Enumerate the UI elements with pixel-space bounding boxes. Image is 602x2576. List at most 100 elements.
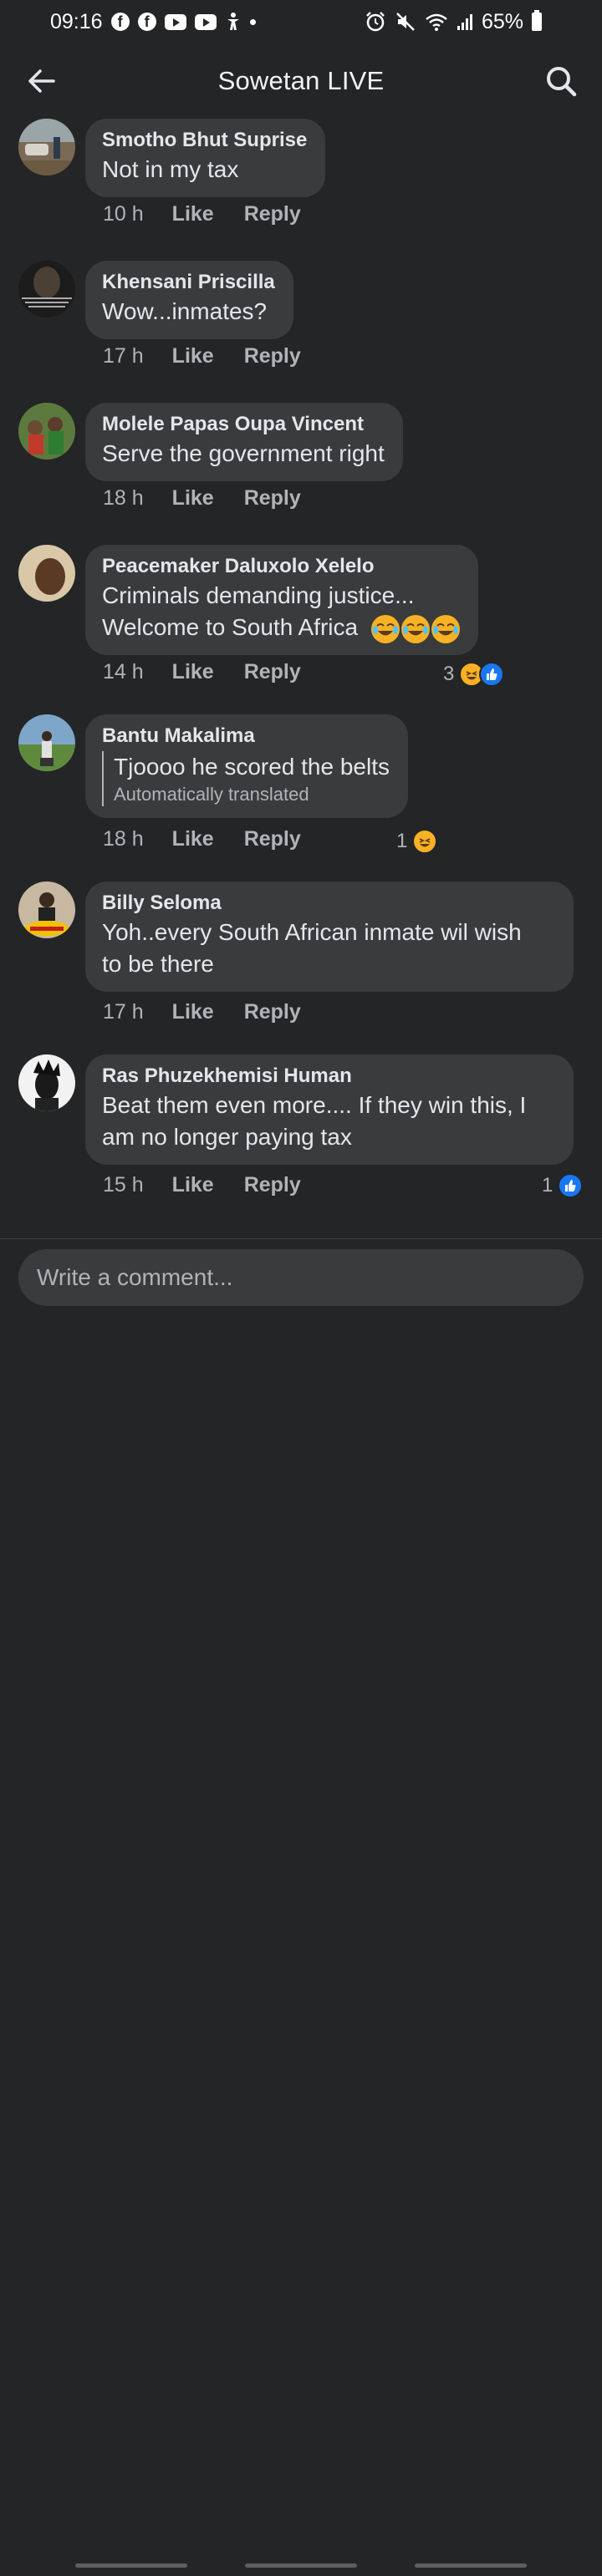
status-bar-left: 09:16 f f — [50, 10, 256, 34]
comment-bubble[interactable]: Molele Papas Oupa Vincent Serve the gove… — [85, 403, 403, 481]
comment-actions: 14 h Like Reply — [103, 660, 301, 684]
comment-time[interactable]: 15 h — [103, 1173, 144, 1197]
search-icon — [547, 67, 577, 97]
status-bar-right: 65% — [365, 10, 542, 34]
like-button[interactable]: Like — [172, 344, 214, 368]
comment-list: Smotho Bhut Suprise Not in my tax 10 h L… — [0, 119, 602, 1238]
navigation-bar — [0, 2563, 602, 2576]
like-reaction-icon — [558, 1173, 584, 1198]
comment-author[interactable]: Molele Papas Oupa Vincent — [102, 411, 385, 438]
comment-time[interactable]: 18 h — [103, 827, 144, 851]
reply-button[interactable]: Reply — [244, 344, 301, 368]
comment-text-line-with-emojis: Welcome to South Africa — [102, 612, 460, 643]
comment-bubble[interactable]: Smotho Bhut Suprise Not in my tax — [85, 119, 326, 197]
reply-button[interactable]: Reply — [244, 1173, 301, 1197]
youtube-icon — [164, 13, 186, 30]
comment-bubble[interactable]: Peacemaker Daluxolo Xelelo Criminals dem… — [85, 545, 478, 655]
comment-author[interactable]: Smotho Bhut Suprise — [102, 127, 307, 154]
comment-text: Not in my tax — [102, 156, 239, 182]
comment-text-line: am no longer paying tax — [102, 1124, 352, 1150]
like-button[interactable]: Like — [172, 1173, 214, 1197]
comment-text-line: Welcome to South Africa — [102, 614, 359, 640]
comment-text-line: Criminals demanding justice... — [102, 582, 415, 608]
like-button[interactable]: Like — [172, 1000, 214, 1024]
translation-note[interactable]: Automatically translated — [114, 783, 390, 806]
battery-percent: 65% — [481, 9, 523, 33]
comment-time[interactable]: 18 h — [103, 486, 144, 511]
comment-text-line: Beat them even more.... If they win this… — [102, 1092, 527, 1118]
avatar[interactable] — [18, 119, 75, 175]
tears-of-joy-emoji — [370, 614, 400, 643]
avatar[interactable] — [18, 714, 75, 771]
avatar[interactable] — [18, 882, 75, 938]
like-reaction-icon — [479, 662, 505, 687]
reaction-count: 1 — [396, 830, 408, 852]
youtube-icon — [194, 13, 217, 30]
avatar[interactable] — [18, 403, 75, 460]
comment-text: Serve the government right — [102, 440, 385, 466]
comment-bubble[interactable]: Khensani Priscilla Wow...inmates? — [85, 261, 293, 339]
comment-actions: 18 h Like Reply — [103, 486, 301, 511]
comment-actions: 17 h Like Reply — [103, 344, 301, 368]
reply-button[interactable]: Reply — [244, 827, 301, 851]
alarm-icon — [365, 11, 386, 33]
comment-text: Tjoooo he scored the belts — [114, 754, 390, 780]
translated-block: Tjoooo he scored the belts Automatically… — [102, 751, 390, 806]
reaction-count: 3 — [443, 663, 455, 685]
comment-actions: 18 h Like Reply — [103, 827, 301, 851]
emoji-row — [370, 614, 460, 643]
comment-time[interactable]: 17 h — [103, 344, 144, 368]
dot-icon — [249, 18, 256, 25]
comment-time[interactable]: 14 h — [103, 660, 144, 684]
nav-handle[interactable] — [415, 2563, 527, 2568]
reaction-summary[interactable]: 1 — [542, 1173, 584, 1198]
reaction-count: 1 — [542, 1174, 554, 1197]
comment-author[interactable]: Peacemaker Daluxolo Xelelo — [102, 553, 460, 580]
reaction-summary[interactable]: 3 — [443, 662, 505, 687]
nav-handle[interactable] — [245, 2563, 357, 2568]
reaction-summary[interactable]: 1 — [396, 829, 438, 854]
comment-time[interactable]: 17 h — [103, 1000, 144, 1024]
reply-button[interactable]: Reply — [244, 202, 301, 226]
haha-reaction-icon — [412, 829, 438, 854]
like-button[interactable]: Like — [172, 486, 214, 511]
comment-author[interactable]: Billy Seloma — [102, 890, 555, 917]
accessibility-icon — [225, 12, 242, 32]
comment-author[interactable]: Khensani Priscilla — [102, 269, 275, 296]
comment-text: Wow...inmates? — [102, 298, 268, 324]
comment-bubble[interactable]: Bantu Makalima Tjoooo he scored the belt… — [85, 714, 408, 818]
comment-composer — [0, 1238, 602, 2568]
comment-author[interactable]: Ras Phuzekhemisi Human — [102, 1063, 555, 1090]
tears-of-joy-emoji — [431, 614, 460, 643]
facebook-icon: f — [110, 13, 130, 31]
like-button[interactable]: Like — [172, 202, 214, 226]
page-title: Sowetan LIVE — [217, 66, 385, 95]
clock: 09:16 — [50, 9, 103, 33]
like-button[interactable]: Like — [172, 660, 214, 684]
back-button[interactable] — [23, 64, 59, 99]
avatar[interactable] — [18, 545, 75, 602]
comment-actions: 15 h Like Reply — [103, 1173, 301, 1197]
mute-icon — [395, 11, 416, 33]
comment-bubble[interactable]: Billy Seloma Yoh..every South African in… — [85, 882, 574, 992]
tears-of-joy-emoji — [400, 614, 430, 643]
signal-icon — [457, 13, 473, 31]
avatar[interactable] — [18, 261, 75, 318]
battery-icon — [532, 10, 542, 31]
comment-bubble[interactable]: Ras Phuzekhemisi Human Beat them even mo… — [85, 1054, 574, 1165]
nav-handle[interactable] — [75, 2563, 187, 2568]
avatar[interactable] — [18, 1054, 75, 1111]
wifi-icon — [425, 12, 448, 32]
reply-button[interactable]: Reply — [244, 660, 301, 684]
comment-time[interactable]: 10 h — [103, 202, 144, 226]
comment-input[interactable] — [18, 1249, 584, 1306]
facebook-icon: f — [137, 13, 156, 31]
app-bar: Sowetan LIVE — [0, 43, 602, 119]
reply-button[interactable]: Reply — [244, 486, 301, 511]
like-button[interactable]: Like — [172, 827, 214, 851]
comment-author[interactable]: Bantu Makalima — [102, 723, 390, 749]
comment-text-line: to be there — [102, 951, 214, 977]
reply-button[interactable]: Reply — [244, 1000, 301, 1024]
search-button[interactable] — [543, 64, 579, 99]
status-bar: 09:16 f f 65% — [0, 0, 602, 43]
